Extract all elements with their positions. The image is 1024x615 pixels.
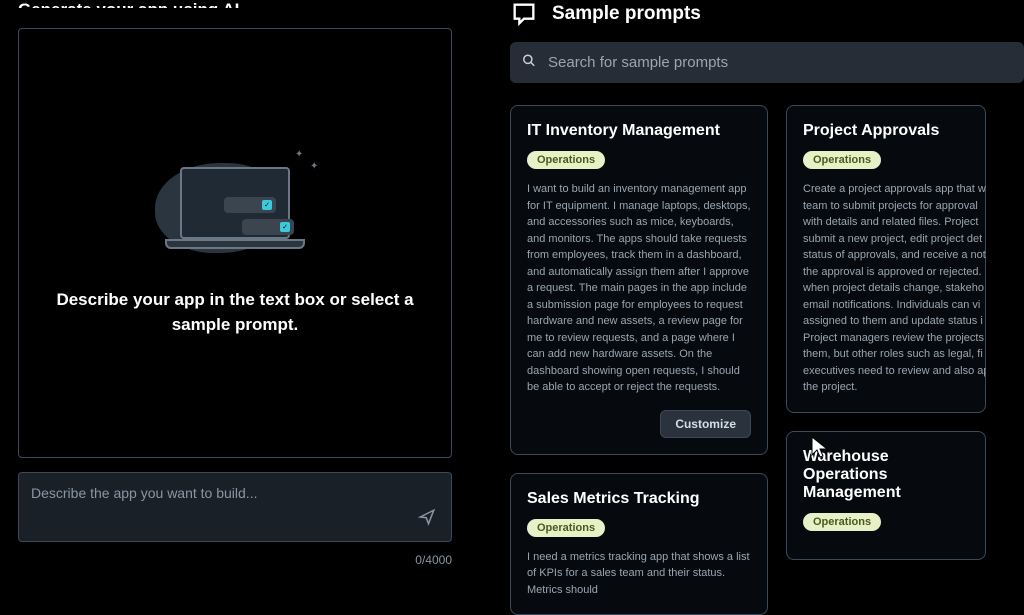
chat-bubble-icon: ✓ — [224, 197, 276, 213]
send-button[interactable] — [414, 504, 440, 533]
chat-bubble-icon: ✓ — [242, 219, 294, 235]
char-counter: 0/4000 — [18, 553, 452, 567]
operations-badge: Operations — [803, 151, 881, 169]
card-description: I need a metrics tracking app that shows… — [527, 549, 751, 599]
sample-card-project-approvals[interactable]: Project Approvals Operations Create a pr… — [786, 105, 986, 413]
card-description: I want to build an inventory management … — [527, 181, 751, 396]
operations-badge: Operations — [527, 151, 605, 169]
card-description: Create a project approvals app that w te… — [803, 181, 969, 396]
search-icon — [522, 53, 536, 72]
sample-card-sales-metrics[interactable]: Sales Metrics Tracking Operations I need… — [510, 473, 768, 615]
sparkle-icon: ✦ — [310, 161, 318, 172]
customize-button[interactable]: Customize — [660, 410, 751, 438]
card-title: IT Inventory Management — [527, 122, 751, 140]
search-input[interactable] — [510, 42, 1024, 83]
sample-prompts-title: Sample prompts — [552, 3, 701, 25]
sparkle-icon: ✦ — [295, 149, 303, 160]
illustration-panel: ✦ ✦ ✓ ✓ Describe your app in the text bo… — [18, 28, 452, 458]
prompt-input[interactable] — [18, 472, 452, 542]
speech-bubble-icon — [510, 0, 538, 28]
page-title: Generate your app using AI — [18, 0, 452, 8]
instruction-text: Describe your app in the text box or sel… — [55, 287, 415, 338]
send-icon — [418, 508, 436, 526]
operations-badge: Operations — [527, 519, 605, 537]
sample-card-it-inventory[interactable]: IT Inventory Management Operations I wan… — [510, 105, 768, 455]
cursor-icon — [810, 435, 830, 459]
card-title: Sales Metrics Tracking — [527, 490, 751, 508]
card-title: Project Approvals — [803, 122, 969, 140]
laptop-illustration: ✦ ✦ ✓ ✓ — [145, 149, 325, 269]
operations-badge: Operations — [803, 513, 881, 531]
